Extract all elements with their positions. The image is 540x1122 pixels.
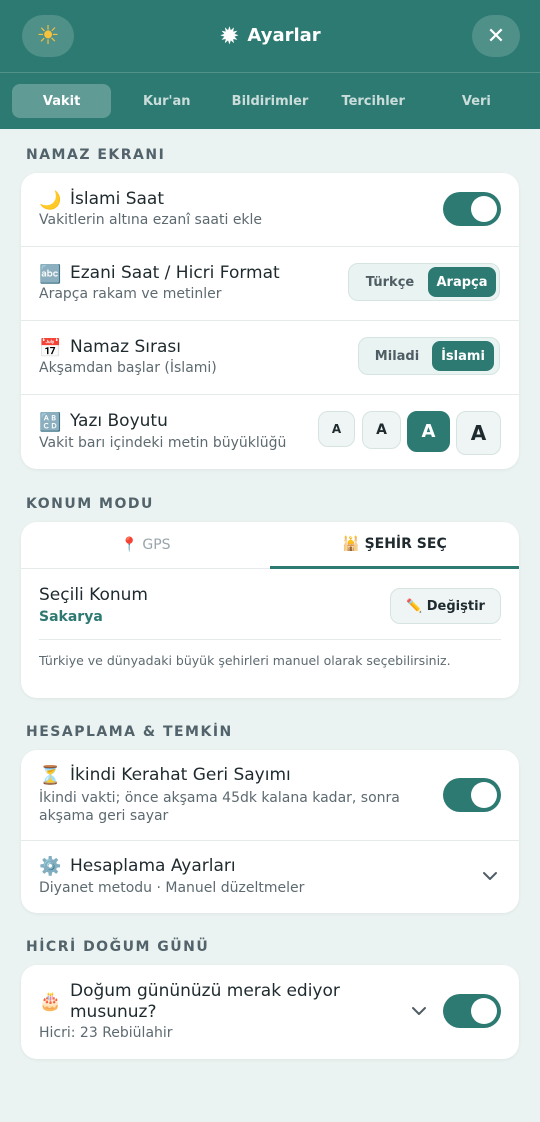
islami-saat-toggle[interactable]: [443, 192, 501, 226]
hourglass-icon: ⏳: [39, 765, 62, 786]
gear-icon: ⚙️: [39, 856, 62, 877]
kerahat-subtitle-line2: akşama geri sayar: [39, 808, 169, 824]
chevron-down-icon[interactable]: [410, 1002, 428, 1020]
calendar-icon: 📅: [39, 338, 62, 359]
tab-bar: Vakit Kur'an Bildirimler Tercihler Veri: [12, 84, 528, 118]
close-icon: ✕: [486, 23, 506, 49]
tab-bildirimler[interactable]: Bildirimler: [218, 84, 321, 118]
close-button[interactable]: ✕: [472, 15, 520, 57]
yazi-boyutu-title: Yazı Boyutu: [70, 411, 168, 431]
selected-location-value: Sakarya: [39, 609, 103, 625]
abc-icon: 🔤: [39, 264, 62, 285]
page-title: Ayarlar: [247, 25, 321, 46]
hicri-subtitle: Hicri: 23 Rebiülahir: [39, 1025, 173, 1041]
konum-mode-tabs: 📍 GPS 🕌 ŞEHİR SEÇ: [21, 522, 519, 569]
kerahat-subtitle-line1: İkindi vakti; önce akşama 45dk kalana ka…: [39, 790, 400, 806]
tab-veri[interactable]: Veri: [425, 84, 528, 118]
change-location-button[interactable]: ✏️ Değiştir: [390, 588, 501, 624]
hicri-toggle[interactable]: [443, 994, 501, 1028]
tab-sehir-sec[interactable]: 🕌 ŞEHİR SEÇ: [270, 522, 519, 569]
hicri-card: 🎂 Doğum gününüzü merak ediyor musunuz? H…: [21, 965, 519, 1059]
ezani-segmented-control: Türkçe Arapça: [348, 263, 500, 301]
hicri-title-line1: Doğum gününüzü merak ediyor: [70, 981, 340, 1001]
namaz-sira-row: 📅 Namaz Sırası Akşamdan başlar (İslami) …: [21, 321, 519, 394]
tab-vakit[interactable]: Vakit: [12, 84, 112, 118]
section-title-hicri: HİCRİ DOĞUM GÜNÜ: [26, 939, 210, 955]
font-size-medium-button[interactable]: A: [362, 411, 401, 449]
kerahat-toggle[interactable]: [443, 778, 501, 812]
top-bar: ☀ ✹ Ayarlar ✕: [0, 0, 540, 73]
chevron-down-icon[interactable]: [481, 867, 499, 885]
toggle-knob: [471, 998, 497, 1024]
hesaplama-ayarlari-row[interactable]: ⚙️ Hesaplama Ayarları Diyanet metodu · M…: [21, 841, 519, 913]
konum-card: 📍 GPS 🕌 ŞEHİR SEÇ Seçili Konum Sakarya ✏…: [21, 522, 519, 698]
sira-option-miladi[interactable]: Miladi: [362, 341, 432, 371]
toggle-knob: [471, 782, 497, 808]
moon-icon: 🌙: [39, 190, 62, 211]
font-size-large-button[interactable]: A: [407, 411, 450, 452]
namaz-sira-title: Namaz Sırası: [70, 337, 181, 357]
toggle-knob: [471, 196, 497, 222]
ezani-option-turkce[interactable]: Türkçe: [352, 267, 428, 297]
font-size-small-button[interactable]: A: [318, 411, 355, 447]
tab-tercihler[interactable]: Tercihler: [322, 84, 425, 118]
hicri-title-line2: musunuz?: [70, 1002, 157, 1022]
kerahat-title: İkindi Kerahat Geri Sayımı: [70, 765, 291, 785]
divider: [39, 639, 501, 640]
ezani-row: 🔤 Ezani Saat / Hicri Format Arapça rakam…: [21, 247, 519, 320]
hesaplama-card: ⏳ İkindi Kerahat Geri Sayımı İkindi vakt…: [21, 750, 519, 913]
ezani-subtitle: Arapça rakam ve metinler: [39, 286, 222, 302]
islami-saat-subtitle: Vakitlerin altına ezanî saati ekle: [39, 212, 263, 228]
section-title-hesaplama: HESAPLAMA & TEMKİN: [26, 724, 233, 740]
namaz-sira-subtitle: Akşamdan başlar (İslami): [39, 360, 217, 376]
yazi-boyutu-row: 🔠 Yazı Boyutu Vakit barı içindeki metin …: [21, 395, 519, 469]
hesaplama-ayarlari-subtitle: Diyanet metodu · Manuel düzeltmeler: [39, 880, 305, 896]
hesaplama-ayarlari-title: Hesaplama Ayarları: [70, 856, 236, 876]
ezani-option-arapca[interactable]: Arapça: [428, 267, 496, 297]
ezani-title: Ezani Saat / Hicri Format: [70, 263, 280, 283]
font-size-xlarge-button[interactable]: A: [456, 411, 501, 455]
header: ☀ ✹ Ayarlar ✕ Vakit Kur'an Bildirimler T…: [0, 0, 540, 129]
cake-icon: 🎂: [39, 991, 62, 1012]
tab-gps[interactable]: 📍 GPS: [21, 522, 270, 569]
sira-option-islami[interactable]: İslami: [432, 341, 494, 371]
page-title-wrap: ✹ Ayarlar: [0, 22, 540, 50]
text-size-icon: 🔠: [39, 412, 62, 433]
namaz-card: 🌙 İslami Saat Vakitlerin altına ezanî sa…: [21, 173, 519, 469]
selected-location-label: Seçili Konum: [39, 585, 148, 605]
section-title-konum: KONUM MODU: [26, 496, 154, 512]
namaz-sira-segmented-control: Miladi İslami: [358, 337, 500, 375]
yazi-boyutu-subtitle: Vakit barı içindeki metin büyüklüğü: [39, 435, 287, 451]
islami-saat-row: 🌙 İslami Saat Vakitlerin altına ezanî sa…: [21, 173, 519, 246]
islami-saat-title: İslami Saat: [70, 189, 164, 209]
section-title-namaz: NAMAZ EKRANI: [26, 147, 166, 163]
location-info-text: Türkiye ve dünyadaki büyük şehirleri man…: [39, 653, 451, 668]
tab-kuran[interactable]: Kur'an: [115, 84, 218, 118]
gear-icon: ✹: [219, 22, 240, 50]
kerahat-row: ⏳ İkindi Kerahat Geri Sayımı İkindi vakt…: [21, 750, 519, 840]
